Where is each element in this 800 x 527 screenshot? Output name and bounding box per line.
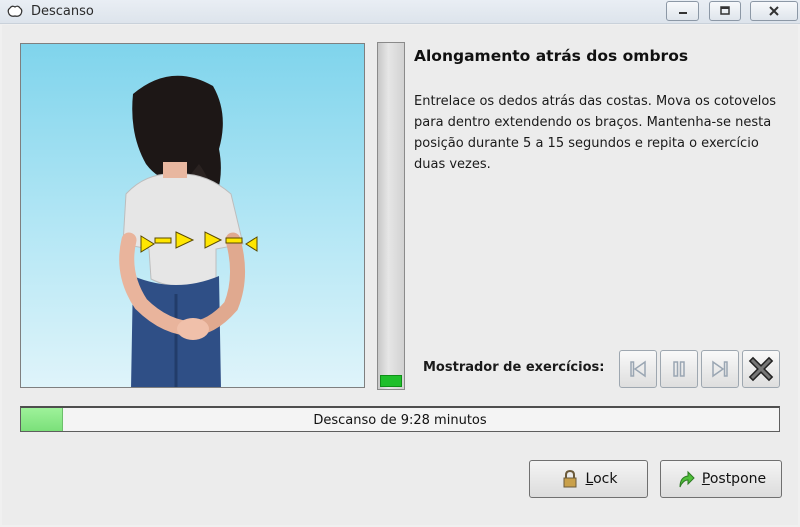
skip-back-icon <box>630 360 646 378</box>
stop-exercises-button[interactable] <box>742 350 780 388</box>
lock-label: Lock <box>585 471 618 487</box>
minimize-button[interactable] <box>666 1 699 21</box>
rest-progress-bar: Descanso de 9:28 minutos <box>20 406 780 432</box>
close-button[interactable] <box>750 1 798 21</box>
maximize-icon <box>720 6 730 15</box>
lock-button[interactable]: Lock <box>529 460 648 498</box>
rest-time-text: Descanso de 9:28 minutos <box>313 413 487 428</box>
exercise-title: Alongamento atrás dos ombros <box>414 47 689 65</box>
postpone-arrow-icon <box>679 470 695 488</box>
exercise-illustration <box>20 43 365 388</box>
app-icon <box>7 5 23 17</box>
stop-icon <box>748 356 774 382</box>
postpone-label: Postpone <box>701 471 767 487</box>
skip-forward-icon <box>712 360 728 378</box>
previous-exercise-button[interactable] <box>619 350 657 388</box>
next-exercise-button[interactable] <box>701 350 739 388</box>
maximize-button[interactable] <box>709 1 741 21</box>
window-title: Descanso <box>31 4 94 19</box>
woman-stretching-illustration <box>119 75 258 387</box>
pause-exercise-button[interactable] <box>660 350 698 388</box>
lock-icon <box>563 469 577 488</box>
exercise-level-fill <box>380 375 402 387</box>
close-icon <box>769 6 779 16</box>
title-bar: Descanso <box>0 0 800 24</box>
exercise-viewer-label: Mostrador de exercícios: <box>423 360 605 375</box>
pause-icon <box>673 361 685 377</box>
postpone-button[interactable]: Postpone <box>660 460 782 498</box>
exercise-description: Entrelace os dedos atrás das costas. Mov… <box>414 94 777 172</box>
exercise-level-bar <box>377 42 405 390</box>
minimize-icon <box>678 12 687 14</box>
